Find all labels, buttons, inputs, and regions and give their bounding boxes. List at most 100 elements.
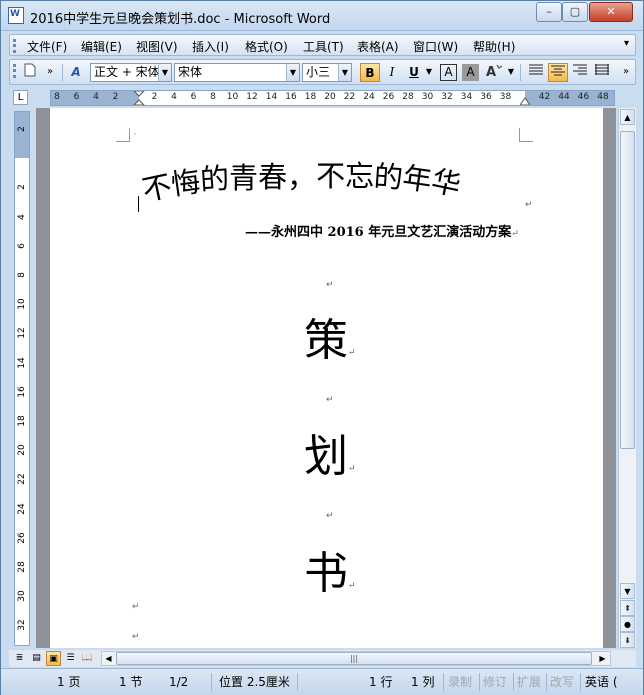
horizontal-scrollbar[interactable]: ◀ ||| ▶ [101,651,611,666]
menu-help[interactable]: 帮助(H) [473,38,515,55]
menu-overflow-icon[interactable]: ▾ [624,38,629,49]
vertical-ruler-tick-label: 16 [17,386,27,398]
ruler-tick-label: 18 [304,92,317,102]
distributed-align-icon[interactable] [592,63,612,82]
close-button[interactable]: ✕ [589,2,633,22]
scroll-down-icon[interactable]: ▼ [620,583,635,599]
character-border-button[interactable]: A [440,64,457,81]
toolbar-grip[interactable] [13,64,16,78]
horizontal-scroll-thumb[interactable]: ||| [116,652,592,665]
menu-tools[interactable]: 工具(T) [303,38,344,55]
right-indent-marker-icon[interactable] [520,96,530,105]
scroll-up-icon[interactable]: ▲ [620,109,635,125]
menu-table[interactable]: 表格(A) [357,38,399,55]
chevron-down-icon[interactable]: ▼ [286,64,299,81]
status-page-count[interactable]: 1/2 [169,673,188,692]
status-extend[interactable]: 扩展 [517,673,541,692]
status-separator [297,673,298,691]
word-icon-letter: W [10,9,20,19]
document-subtitle[interactable]: ——永州四中 2016 年元旦文艺汇演活动方案↵ [245,221,519,240]
vertical-ruler-tick-label: 6 [17,242,27,249]
toolbar-overflow-icon[interactable]: » [616,63,636,82]
font-size-combo[interactable]: 小三 ▼ [302,63,352,82]
tab-stop-selector[interactable]: L [13,90,28,105]
status-line[interactable]: 1 行 [369,673,392,692]
ruler-tick-label: 32 [441,92,453,102]
vertical-ruler-tick-label: 24 [17,502,27,515]
underline-dropdown-icon[interactable]: ▼ [424,63,434,82]
ruler-tick-label: 28 [402,92,414,102]
vertical-ruler-tick-label: 32 [17,619,27,632]
title-char: 的 [372,159,405,195]
document-title[interactable]: 不悔的青春，不忘的年华 [139,155,464,208]
select-browse-object-icon[interactable]: ● [620,616,635,632]
menu-format[interactable]: 格式(O) [245,38,288,55]
scroll-left-icon[interactable]: ◀ [102,652,115,665]
chevron-down-icon[interactable]: ▼ [158,64,171,81]
previous-page-icon[interactable]: ⇞ [620,600,635,616]
big-char-hua[interactable]: 划↵ [304,420,356,484]
menu-grip[interactable] [13,39,16,53]
menu-window[interactable]: 窗口(W) [413,38,458,55]
status-record-macro[interactable]: 录制 [448,673,472,692]
vertical-ruler-tick-label: 2 [17,184,27,191]
italic-button[interactable]: I [382,63,402,82]
ruler-tick-label: 2 [112,92,119,102]
status-overtype[interactable]: 改写 [550,673,574,692]
big-char-text: 书 [304,548,348,599]
toolbar-overflow-icon[interactable]: » [40,63,60,82]
vertical-scroll-thumb[interactable] [620,131,635,449]
menu-view[interactable]: 视图(V) [136,38,178,55]
maximize-button[interactable]: ▢ [562,2,588,22]
ruler-tick-label: 16 [285,92,297,102]
chevron-down-icon[interactable]: ▼ [338,64,351,81]
ruler-tick-label: 2 [151,92,158,102]
word-app-icon[interactable]: W [8,7,24,24]
style-combo[interactable]: 正文 + 宋体 ▼ [90,63,172,82]
reading-layout-view-icon[interactable]: 📖 [80,651,95,666]
underline-button[interactable]: U [404,63,424,82]
outline-view-icon[interactable]: ☰ [63,651,78,666]
menu-insert[interactable]: 插入(I) [192,38,229,55]
align-center-icon[interactable] [548,63,568,82]
title-char: 悔 [169,164,203,202]
next-page-icon[interactable]: ⇟ [620,632,635,648]
word-window: W 2016中学生元旦晚会策划书.doc - Microsoft Word – … [0,0,644,695]
menu-edit[interactable]: 编辑(E) [81,38,122,55]
big-char-text: 划 [304,431,348,482]
big-char-shu[interactable]: 书↵ [304,537,356,601]
status-language[interactable]: 英语 ( [585,673,618,692]
text-effects-icon[interactable]: A [484,63,504,82]
ruler-tick-label: 36 [480,92,492,102]
indent-marker-icon[interactable] [133,91,145,105]
menu-file[interactable]: 文件(F) [27,38,67,55]
align-right-icon[interactable] [570,63,590,82]
new-document-icon[interactable] [20,63,40,82]
status-column[interactable]: 1 列 [411,673,434,692]
big-char-ce[interactable]: 策↵ [304,304,356,368]
align-justify-icon[interactable] [526,63,546,82]
vertical-ruler-tick-label: 22 [17,473,27,486]
paragraph-mark: ↵ [348,464,356,474]
styles-pane-icon[interactable]: A [66,63,86,82]
vertical-scrollbar[interactable]: ▲ ▼ ⇞ ● ⇟ [618,108,636,648]
effects-dropdown-icon[interactable]: ▼ [506,63,516,82]
horizontal-ruler[interactable]: 8 6 4 2 2 4 6 8 10 12 14 16 18 20 22 24 26 28 30 32 34 36 38 42… [50,90,615,106]
ruler-tick-label: 48 [597,92,609,102]
character-shading-button[interactable]: A [462,64,479,81]
status-section[interactable]: 1 节 [119,673,142,692]
status-position[interactable]: 位置 2.5厘米 [219,673,290,692]
minimize-button[interactable]: – [536,2,562,22]
web-layout-view-icon[interactable]: ▤ [29,651,44,666]
vertical-ruler[interactable]: 2246810121416182022242628303234 [14,111,30,660]
font-combo[interactable]: 宋体 ▼ [174,63,300,82]
scroll-right-icon[interactable]: ▶ [596,652,609,665]
status-track-changes[interactable]: 修订 [483,673,507,692]
print-layout-view-icon[interactable]: ▣ [46,651,61,666]
vertical-ruler-tick-label: 30 [17,590,27,602]
document-page[interactable]: ' 不悔的青春，不忘的年华 ——永州四中 2016 年元旦文艺汇演活动方案↵ ↵… [50,108,603,648]
normal-view-icon[interactable]: ≣ [12,651,27,666]
paragraph-mark: ↵ [525,200,533,210]
status-page[interactable]: 1 页 [57,673,80,692]
bold-button[interactable]: B [360,63,380,82]
